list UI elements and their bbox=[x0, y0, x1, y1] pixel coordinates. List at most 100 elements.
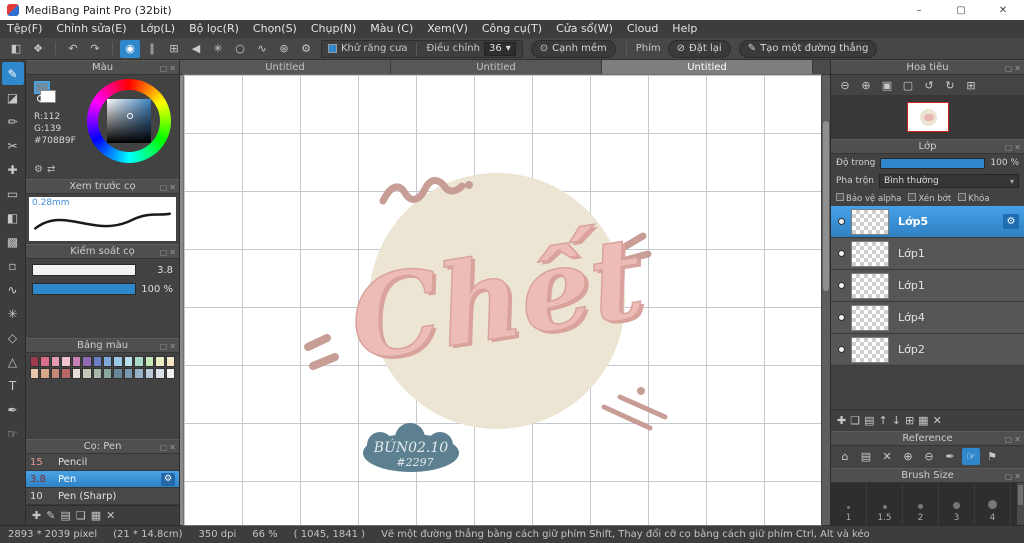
reference-zoom-in-icon[interactable]: ⊕ bbox=[899, 448, 917, 465]
reference-zoom-out-icon[interactable]: ⊖ bbox=[920, 448, 938, 465]
brush-tool[interactable]: ✎ bbox=[1, 62, 24, 85]
collapse-icon[interactable]: ▢ bbox=[160, 339, 168, 354]
menu-cloud[interactable]: Cloud bbox=[620, 20, 665, 38]
collapse-icon[interactable]: ▢ bbox=[160, 61, 168, 76]
menu-select[interactable]: Chọn(S) bbox=[246, 20, 304, 38]
close-icon[interactable]: ✕ bbox=[169, 180, 176, 195]
color-settings-icon[interactable]: ⚙ bbox=[34, 164, 43, 175]
palette-swatch[interactable] bbox=[134, 356, 144, 367]
brush-item-pen[interactable]: 3.8 Pen ⚙ bbox=[26, 471, 179, 488]
palette-swatch[interactable] bbox=[103, 356, 113, 367]
collapse-icon[interactable]: ▢ bbox=[160, 180, 168, 195]
lasso-tool[interactable]: ∿ bbox=[2, 278, 24, 301]
snap-settings-icon[interactable]: ⚙ bbox=[296, 40, 316, 58]
reference-hand-icon[interactable]: ☞ bbox=[962, 448, 980, 465]
fill-bucket-tool[interactable]: ◧ bbox=[2, 206, 24, 229]
eraser-tool[interactable]: ◪ bbox=[2, 86, 24, 109]
opacity-slider[interactable] bbox=[880, 157, 986, 169]
cut-tool[interactable]: ✂ bbox=[2, 134, 24, 157]
gradient-tool[interactable]: ▩ bbox=[2, 230, 24, 253]
layer-visibility-icon[interactable] bbox=[838, 314, 845, 321]
actual-size-icon[interactable]: ▢ bbox=[899, 77, 917, 94]
navigator-thumbnail[interactable] bbox=[906, 102, 949, 132]
blend-mode-select[interactable]: Bình thường ▾ bbox=[878, 174, 1019, 188]
palette-swatch[interactable] bbox=[144, 368, 155, 379]
bucket-fill-icon[interactable]: ◧ bbox=[6, 40, 26, 58]
snap-off-icon[interactable]: ◉ bbox=[120, 39, 140, 58]
add-brush-icon[interactable]: ✚ bbox=[32, 509, 41, 522]
collapse-icon[interactable]: ▢ bbox=[1005, 140, 1013, 155]
brush-size-option-1-5[interactable]: 1.5 bbox=[867, 482, 903, 525]
adjust-dropdown[interactable]: 36 ▾ bbox=[483, 41, 516, 56]
layer-visibility-icon[interactable] bbox=[838, 218, 845, 225]
palette-swatch[interactable] bbox=[71, 368, 82, 379]
brush-size-slider[interactable] bbox=[32, 264, 136, 276]
move-tool[interactable]: ✚ bbox=[2, 158, 24, 181]
snap-vanishing-icon[interactable]: ◀ bbox=[186, 40, 206, 58]
reset-button[interactable]: ⊘ Đặt lại bbox=[667, 39, 731, 58]
duplicate-brush-icon[interactable]: ❏ bbox=[76, 509, 86, 522]
snap-parallel-icon[interactable]: ∥ bbox=[142, 40, 162, 58]
close-icon[interactable]: ✕ bbox=[1014, 432, 1021, 447]
brush-settings-icon[interactable]: ⚙ bbox=[161, 472, 175, 486]
magic-wand-tool[interactable]: ✳ bbox=[2, 302, 24, 325]
menu-color[interactable]: Màu (C) bbox=[363, 20, 420, 38]
text-tool[interactable]: T bbox=[2, 374, 24, 397]
brush-material-icon[interactable]: ▦ bbox=[91, 509, 101, 522]
protect-alpha-checkbox[interactable]: Bảo vệ alpha bbox=[836, 192, 901, 204]
brush-size-option-3[interactable]: 3 bbox=[939, 482, 975, 525]
palette-swatch[interactable] bbox=[82, 356, 92, 367]
new-layer-icon[interactable]: ✚ bbox=[837, 414, 846, 427]
palette-swatch[interactable] bbox=[113, 368, 123, 379]
collapse-icon[interactable]: ▢ bbox=[1005, 469, 1013, 484]
palette-swatch[interactable] bbox=[61, 368, 71, 379]
layer-row-lop1b[interactable]: Lớp1 bbox=[831, 270, 1024, 302]
layer-material-icon[interactable]: ▦ bbox=[918, 414, 928, 427]
edit-brush-icon[interactable]: ✎ bbox=[46, 509, 55, 522]
palette-swatch[interactable] bbox=[144, 356, 155, 367]
eyedropper-tool[interactable]: ✒ bbox=[2, 398, 24, 421]
close-button[interactable]: ✕ bbox=[982, 0, 1024, 20]
pen-tool[interactable]: ✏ bbox=[2, 110, 24, 133]
menu-snap[interactable]: Chụp(N) bbox=[304, 20, 363, 38]
drawing-canvas[interactable]: Chết Chết BÚN02.10 #2297 bbox=[184, 75, 821, 525]
canvas-vertical-scrollbar[interactable] bbox=[821, 75, 830, 525]
duplicate-layer-icon[interactable]: ❏ bbox=[850, 414, 860, 427]
palette-swatch[interactable] bbox=[113, 356, 123, 367]
select-tool[interactable]: ▭ bbox=[2, 182, 24, 205]
palette-swatch[interactable] bbox=[134, 368, 144, 379]
palette-swatch[interactable] bbox=[50, 368, 61, 379]
menu-tools[interactable]: Công cụ(T) bbox=[475, 20, 549, 38]
rotate-right-icon[interactable]: ↻ bbox=[941, 77, 959, 94]
reference-home-icon[interactable]: ⌂ bbox=[836, 448, 854, 465]
collapse-icon[interactable]: ▢ bbox=[160, 245, 168, 260]
brush-item-pencil[interactable]: 15 Pencil bbox=[26, 454, 179, 471]
reference-close-icon[interactable]: ✕ bbox=[878, 448, 896, 465]
layer-up-icon[interactable]: ↑ bbox=[879, 414, 888, 427]
menu-window[interactable]: Cửa sổ(W) bbox=[549, 20, 620, 38]
shape-tool[interactable]: △ bbox=[2, 350, 24, 373]
undo-icon[interactable]: ↶ bbox=[63, 40, 83, 58]
brush-opacity-slider[interactable] bbox=[32, 283, 136, 295]
close-icon[interactable]: ✕ bbox=[1014, 469, 1021, 484]
reference-pin-icon[interactable]: ⚑ bbox=[983, 448, 1001, 465]
palette-swatch[interactable] bbox=[61, 356, 71, 367]
menu-edit[interactable]: Chỉnh sửa(E) bbox=[49, 20, 133, 38]
palette-swatch[interactable] bbox=[92, 356, 102, 367]
delete-brush-icon[interactable]: ✕ bbox=[106, 509, 115, 522]
reference-eyedropper-icon[interactable]: ✒ bbox=[941, 448, 959, 465]
brush-folder-icon[interactable]: ▤ bbox=[60, 509, 70, 522]
tab-untitled-3[interactable]: Untitled bbox=[602, 60, 813, 74]
marquee-tool[interactable]: ▫ bbox=[2, 254, 24, 277]
close-icon[interactable]: ✕ bbox=[1014, 140, 1021, 155]
combine-layer-icon[interactable]: ⊞ bbox=[905, 414, 914, 427]
clip-checkbox[interactable]: Xén bớt bbox=[908, 192, 951, 204]
antialias-checkbox[interactable] bbox=[328, 44, 337, 53]
palette-swatch[interactable] bbox=[30, 368, 40, 379]
palette-swatch[interactable] bbox=[155, 368, 165, 379]
palette-swatch[interactable] bbox=[50, 356, 61, 367]
sv-marker[interactable] bbox=[127, 113, 133, 119]
palette-swatch[interactable] bbox=[71, 356, 82, 367]
maximize-button[interactable]: ▢ bbox=[940, 0, 982, 20]
hue-marker[interactable] bbox=[37, 95, 44, 102]
